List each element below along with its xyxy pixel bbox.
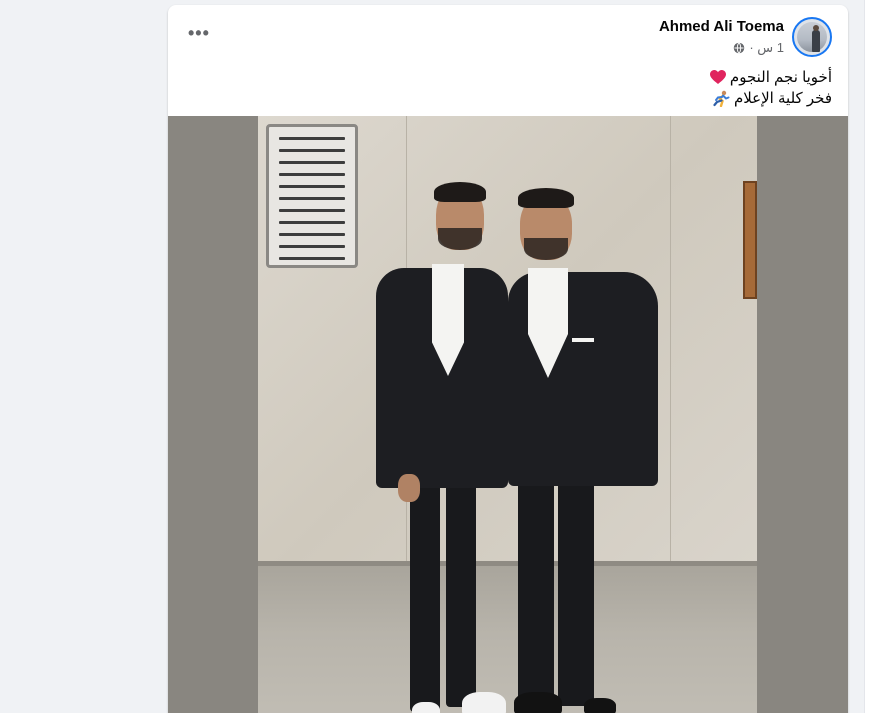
post-header: Ahmed Ali Toema 1 س · ••• أخويا نجم النج…	[168, 5, 848, 116]
post-author-name[interactable]: Ahmed Ali Toema	[659, 18, 784, 35]
wall-frame-image	[743, 181, 757, 299]
post-meta: 1 س ·	[733, 40, 784, 56]
post-text-line-2: فخر كلية الإعلام	[733, 90, 832, 107]
post-photo-container[interactable]	[168, 116, 848, 713]
post-text-line: أخويا نجم النجوم	[709, 67, 832, 88]
runner-icon	[713, 90, 730, 107]
left-sidebar-area	[0, 0, 168, 713]
post-text: أخويا نجم النجوم فخر كلية الإعلام	[709, 67, 832, 109]
more-options-button[interactable]: •••	[188, 23, 210, 44]
right-panel-edge	[864, 0, 874, 713]
post-photo[interactable]	[258, 116, 757, 713]
post-timestamp[interactable]: 1 س ·	[749, 40, 784, 56]
post-text-line: فخر كلية الإعلام	[710, 88, 832, 109]
avatar[interactable]	[792, 17, 832, 57]
post-text-line-1: أخويا نجم النجوم	[729, 69, 832, 86]
avatar-image	[797, 22, 827, 52]
person-left-figure	[376, 182, 516, 713]
globe-icon[interactable]	[733, 42, 745, 54]
feed-post: Ahmed Ali Toema 1 س · ••• أخويا نجم النج…	[168, 5, 848, 713]
person-right-figure	[498, 186, 658, 713]
heart-icon	[709, 70, 726, 84]
wall-sign-image	[266, 124, 358, 268]
